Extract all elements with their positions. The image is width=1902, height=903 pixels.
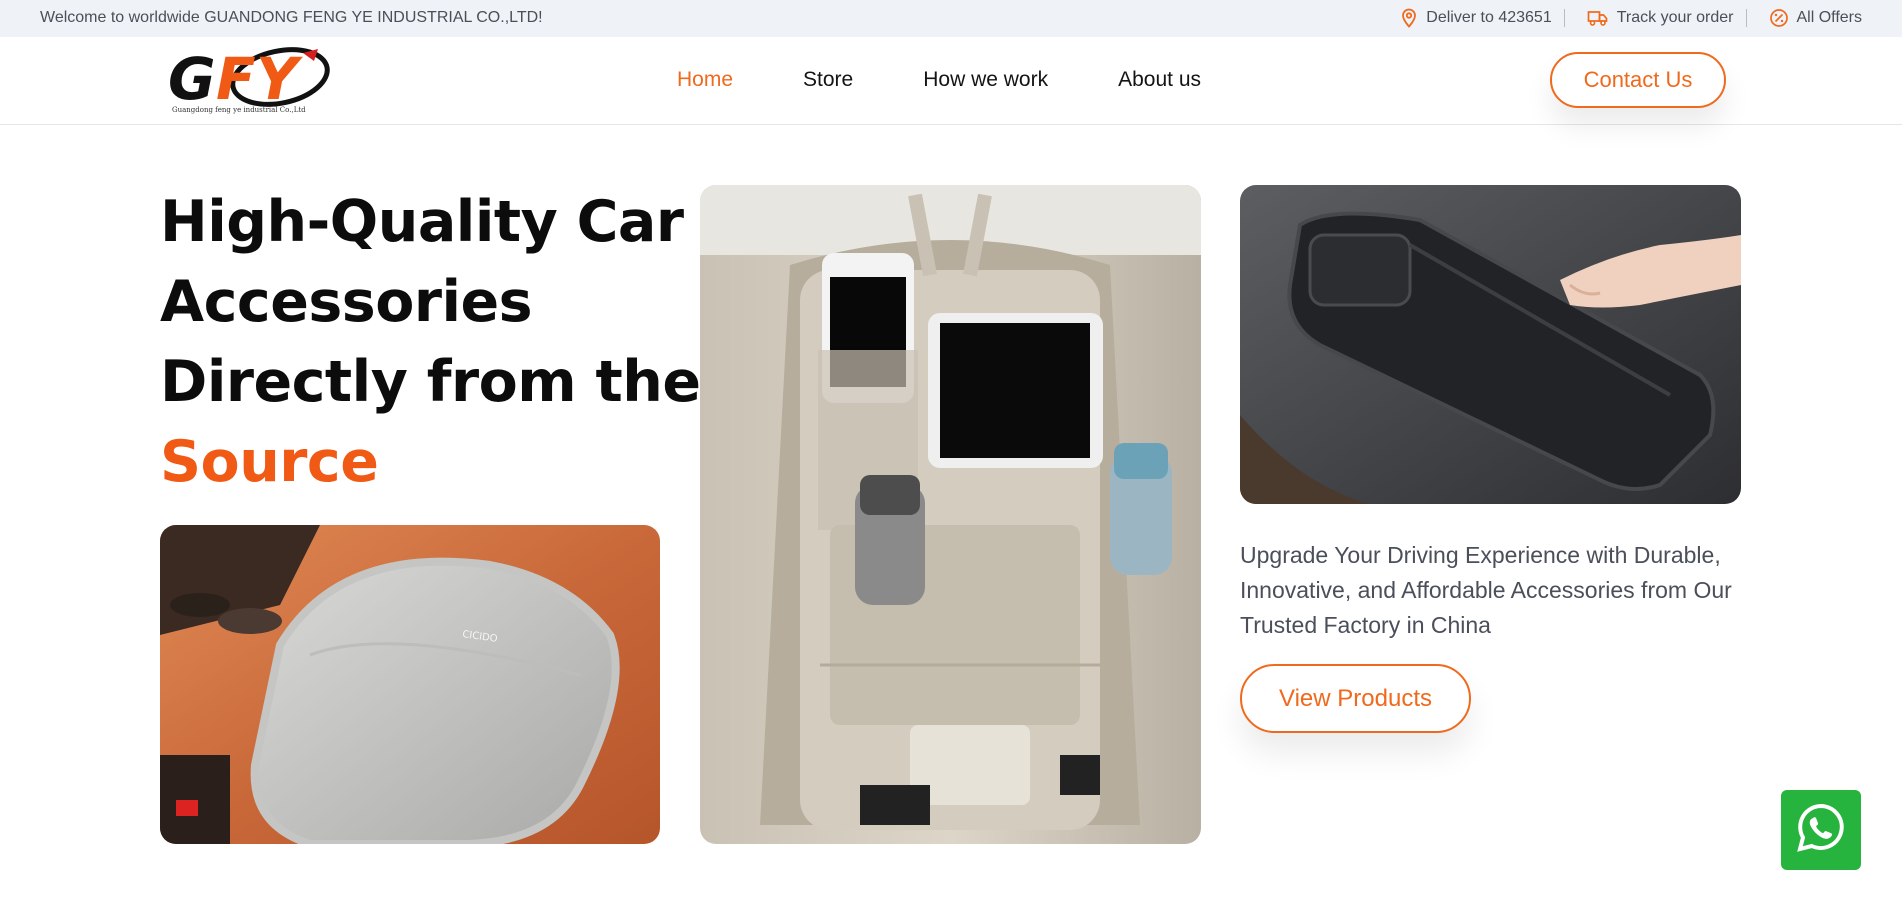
svg-text:F: F — [216, 47, 256, 113]
deliver-label: Deliver to 423651 — [1426, 9, 1552, 26]
location-pin-icon — [1400, 8, 1418, 28]
offers-label: All Offers — [1796, 9, 1863, 26]
seat-gap-organizer-image — [1240, 185, 1741, 504]
svg-text:Y: Y — [256, 47, 303, 113]
armrest-cushion-image: CICIDO — [160, 525, 660, 844]
truck-icon — [1587, 9, 1609, 27]
main-nav: Home Store How we work About us — [677, 68, 1271, 92]
svg-text:G: G — [168, 47, 216, 113]
headline-line-2: Accessories — [160, 269, 533, 335]
company-logo[interactable]: G F Y Guangdong feng ye industrial Co.,L… — [168, 45, 333, 115]
headline-line-3: Directly from the — [160, 349, 701, 415]
nav-about-us[interactable]: About us — [1118, 68, 1201, 92]
hero-subtitle: Upgrade Your Driving Experience with Dur… — [1240, 542, 1732, 638]
backseat-organizer-image — [700, 185, 1201, 844]
nav-store[interactable]: Store — [803, 68, 853, 92]
headline-highlight: Source — [160, 429, 379, 495]
top-links: Deliver to 423651 Track your order All O… — [1400, 8, 1862, 28]
hero-headline: High-Quality Car Accessories Directly fr… — [160, 182, 701, 502]
track-label: Track your order — [1616, 9, 1734, 26]
deliver-to-link[interactable]: Deliver to 423651 — [1400, 8, 1552, 28]
nav-home[interactable]: Home — [677, 68, 733, 92]
all-offers-link[interactable]: All Offers — [1769, 8, 1863, 28]
svg-text:Guangdong feng ye industrial C: Guangdong feng ye industrial Co.,Ltd — [172, 106, 306, 114]
welcome-text: Welcome to worldwide GUANDONG FENG YE IN… — [40, 9, 543, 26]
whatsapp-icon — [1794, 801, 1848, 860]
divider — [1745, 9, 1747, 27]
track-order-link[interactable]: Track your order — [1587, 9, 1734, 27]
main-header: G F Y Guangdong feng ye industrial Co.,L… — [0, 37, 1902, 125]
view-products-button[interactable]: View Products — [1240, 664, 1471, 733]
headline-line-1: High-Quality Car — [160, 189, 684, 255]
whatsapp-button[interactable] — [1781, 790, 1861, 870]
contact-us-button[interactable]: Contact Us — [1550, 52, 1726, 108]
discount-icon — [1769, 8, 1789, 28]
top-bar: Welcome to worldwide GUANDONG FENG YE IN… — [0, 0, 1902, 37]
nav-how-we-work[interactable]: How we work — [923, 68, 1048, 92]
divider — [1563, 9, 1565, 27]
